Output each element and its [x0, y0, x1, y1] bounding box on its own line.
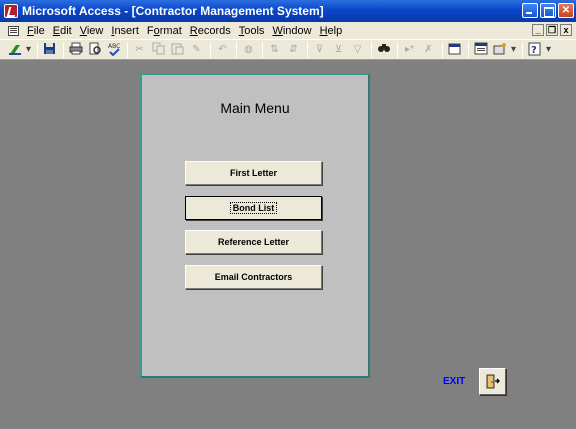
- maximize-button[interactable]: [540, 3, 556, 18]
- sort-ascending-icon[interactable]: ⇅: [266, 42, 283, 58]
- close-icon: ✕: [561, 5, 571, 16]
- doc-restore-button[interactable]: ❐: [546, 24, 558, 36]
- toolbar: ▾ ABC ✂ ✎ ↶ ◍ ⇅ ⇵ ⊽ ⊻ ▽ ▸* ✗ ▾ ? ▾: [0, 39, 576, 60]
- reference-letter-label: Reference Letter: [217, 237, 290, 247]
- minimize-button[interactable]: [522, 3, 538, 18]
- first-letter-button[interactable]: First Letter: [185, 161, 322, 185]
- exit-button[interactable]: [479, 368, 506, 395]
- delete-record-icon[interactable]: ✗: [420, 42, 437, 58]
- menu-format[interactable]: Format: [143, 25, 186, 37]
- new-record-icon[interactable]: ▸*: [401, 42, 418, 58]
- design-view-icon[interactable]: [6, 42, 23, 58]
- menu-file[interactable]: File: [23, 25, 49, 37]
- title-bar: Microsoft Access - [Contractor Managemen…: [0, 0, 576, 22]
- save-icon[interactable]: [41, 42, 58, 58]
- minimize-icon: [523, 4, 537, 17]
- reference-letter-button[interactable]: Reference Letter: [185, 230, 322, 254]
- apply-filter-icon[interactable]: ▽: [349, 42, 366, 58]
- menu-window[interactable]: Window: [268, 25, 315, 37]
- document-control-icon[interactable]: [8, 25, 19, 36]
- window-controls: ✕: [522, 3, 574, 18]
- access-window: Microsoft Access - [Contractor Managemen…: [0, 0, 576, 429]
- hyperlink-icon[interactable]: ◍: [240, 42, 257, 58]
- menu-records[interactable]: Records: [186, 25, 235, 37]
- main-menu-form: Main Menu First Letter Bond List Referen…: [140, 73, 370, 378]
- print-icon[interactable]: [67, 42, 84, 58]
- print-preview-icon[interactable]: [86, 42, 103, 58]
- form-title: Main Menu: [220, 100, 290, 116]
- cut-icon[interactable]: ✂: [131, 42, 148, 58]
- filter-by-form-icon[interactable]: ⊻: [330, 42, 347, 58]
- exit-label: EXIT: [443, 376, 466, 387]
- menu-tools[interactable]: Tools: [235, 25, 269, 37]
- properties-icon[interactable]: [446, 42, 463, 58]
- first-letter-label: First Letter: [229, 168, 277, 178]
- email-contractors-label: Email Contractors: [214, 272, 293, 282]
- bond-list-label: Bond List: [229, 202, 278, 214]
- close-button[interactable]: ✕: [558, 3, 574, 18]
- maximize-icon: [541, 4, 555, 17]
- access-app-icon[interactable]: [4, 4, 18, 18]
- doc-close-button[interactable]: x: [560, 24, 572, 36]
- menu-bar: File Edit View Insert Format Records Too…: [0, 22, 576, 39]
- document-window-controls: _ ❐ x: [532, 24, 572, 36]
- exit-door-icon: [486, 374, 500, 389]
- email-contractors-button[interactable]: Email Contractors: [185, 265, 322, 289]
- menu-help[interactable]: Help: [316, 25, 347, 37]
- chevron-down-icon[interactable]: ▾: [510, 42, 517, 58]
- menu-view[interactable]: View: [76, 25, 108, 37]
- bond-list-button[interactable]: Bond List: [185, 196, 322, 220]
- filter-by-selection-icon[interactable]: ⊽: [311, 42, 328, 58]
- menu-edit[interactable]: Edit: [49, 25, 76, 37]
- chevron-down-icon[interactable]: ▾: [25, 42, 32, 58]
- copy-icon[interactable]: [150, 42, 167, 58]
- help-icon[interactable]: ?: [526, 42, 543, 58]
- doc-minimize-button[interactable]: _: [532, 24, 544, 36]
- database-window-icon[interactable]: [472, 42, 489, 58]
- new-object-icon[interactable]: [491, 42, 508, 58]
- window-title: Microsoft Access - [Contractor Managemen…: [22, 4, 324, 18]
- undo-icon[interactable]: ↶: [214, 42, 231, 58]
- find-binoculars-icon[interactable]: [375, 42, 392, 58]
- chevron-down-icon[interactable]: ▾: [545, 42, 552, 58]
- menu-insert[interactable]: Insert: [107, 25, 143, 37]
- sort-descending-icon[interactable]: ⇵: [285, 42, 302, 58]
- svg-text:?: ?: [531, 45, 537, 56]
- paste-icon[interactable]: [169, 42, 186, 58]
- spelling-icon[interactable]: ABC: [105, 42, 122, 58]
- format-painter-icon[interactable]: ✎: [188, 42, 205, 58]
